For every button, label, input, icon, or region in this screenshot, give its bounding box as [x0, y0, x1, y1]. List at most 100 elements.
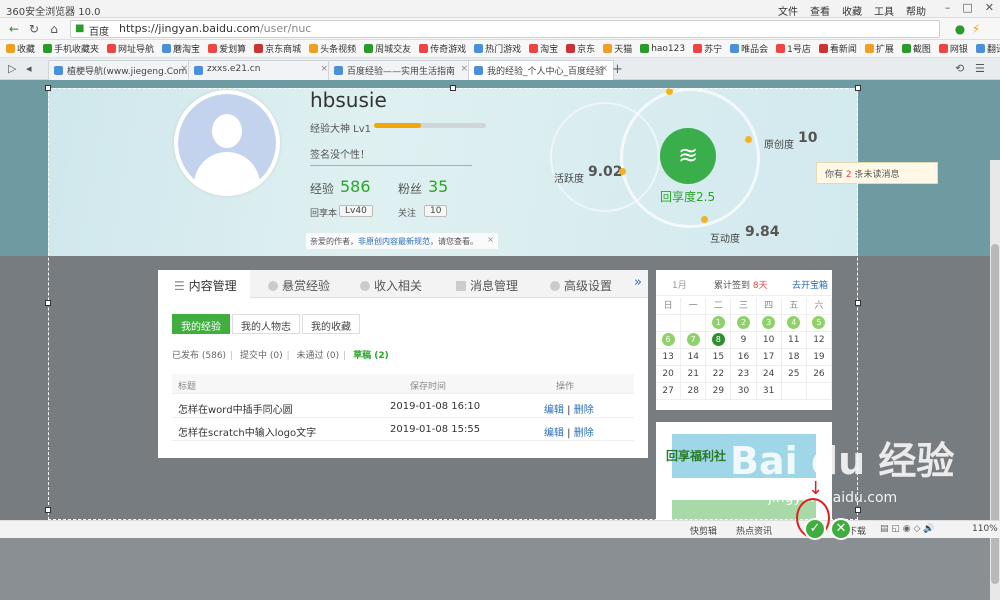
tab-jiegeng[interactable]: 植梗导航(www.jiegeng.Com)_欢 × [48, 60, 194, 80]
restore-tab-icon[interactable]: ⟲ [955, 62, 964, 75]
close-icon[interactable]: ✕ [985, 1, 994, 14]
bookmark-item[interactable]: 京东 [566, 42, 595, 55]
window-title: 360安全浏览器 10.0 [6, 7, 101, 18]
annotation-arrow-icon: ↓ [808, 478, 824, 499]
bookmark-item[interactable]: 网银 [938, 42, 968, 55]
bookmark-item[interactable]: 收藏 [6, 42, 35, 55]
bookmark-icon [776, 44, 786, 53]
tab-strip: ▷ ◂ 植梗导航(www.jiegeng.Com)_欢 × zxxs.e21.cn… [0, 58, 1000, 80]
favicon-icon [334, 66, 343, 75]
bookmark-icon [603, 44, 613, 53]
close-tab-icon[interactable]: × [320, 64, 328, 74]
confirm-check-icon[interactable]: ✓ [804, 518, 826, 540]
menu-view[interactable]: 查看 [810, 3, 830, 18]
bookmark-item[interactable]: 1号店 [776, 42, 811, 55]
bookmark-icon [162, 44, 172, 53]
bookmark-icon [901, 44, 911, 53]
favicon-icon [54, 66, 63, 75]
security-shield-icon[interactable]: ● [952, 21, 968, 37]
home-icon[interactable]: ⌂ [46, 21, 62, 37]
back-icon[interactable]: ← [6, 21, 22, 37]
bookmark-item[interactable]: 爱划算 [208, 42, 246, 55]
favicon-icon [474, 66, 483, 75]
menu-favorites[interactable]: 收藏 [842, 3, 862, 18]
bookmark-item[interactable]: 淘宝 [529, 42, 558, 55]
resize-handle[interactable] [855, 507, 861, 513]
bookmark-item[interactable]: 热门游戏 [474, 42, 521, 55]
menu-file[interactable]: 文件 [778, 3, 798, 18]
close-tab-icon[interactable]: × [180, 64, 188, 74]
bookmark-icon [107, 44, 117, 53]
bookmark-item[interactable]: 蘑淘宝 [162, 42, 200, 55]
bookmark-item[interactable]: 苏宁 [693, 42, 722, 55]
sidebar-toggle-icon[interactable]: ▷ [8, 62, 16, 75]
zoom-level[interactable]: 110% [972, 524, 998, 534]
bookmark-icon [419, 44, 429, 53]
bookmark-icon [938, 44, 948, 53]
resize-handle[interactable] [855, 85, 861, 91]
bookmark-item[interactable]: 看新闻 [818, 42, 857, 55]
bookmark-item[interactable]: 天猫 [603, 42, 632, 55]
minimize-icon[interactable]: – [945, 1, 951, 14]
bookmark-icon [43, 44, 53, 53]
bookmark-icon [364, 44, 374, 53]
address-toolbar: ← ↻ ⌂ ■ 百度 https://jingyan.baidu.com/use… [0, 18, 1000, 40]
close-tab-icon[interactable]: × [460, 64, 468, 74]
bookmark-icon [529, 44, 539, 53]
bookmark-item[interactable]: 截图 [901, 42, 931, 55]
resize-handle[interactable] [45, 85, 51, 91]
tab-my-experience[interactable]: 我的经验_个人中心_百度经验 × [468, 60, 614, 80]
bookmark-item[interactable]: 扩展 [864, 42, 894, 55]
watermark-url: jingyan.baidu.com [768, 490, 898, 506]
bookmark-item[interactable]: 传奇游戏 [419, 42, 466, 55]
bookmark-icon [208, 44, 218, 53]
url-text: https://jingyan.baidu.com/user/nuc [119, 22, 312, 35]
bookmark-icon [693, 44, 703, 53]
resize-handle[interactable] [450, 85, 456, 91]
menu-tools[interactable]: 工具 [874, 3, 894, 18]
url-field[interactable]: ■ 百度 https://jingyan.baidu.com/user/nuc [70, 20, 940, 38]
site-label: 百度 [89, 27, 109, 38]
bookmark-item[interactable]: 京东商城 [254, 42, 301, 55]
secure-lock-icon: ■ [75, 23, 85, 34]
bookmark-item[interactable]: 头条视频 [309, 42, 356, 55]
bookmark-icon [975, 44, 985, 53]
menu-help[interactable]: 帮助 [906, 3, 926, 18]
bookmark-item[interactable]: 手机收藏夹 [43, 42, 99, 55]
bookmark-icon [818, 44, 828, 53]
bookmarks-bar: 收藏 手机收藏夹 网址导航 蘑淘宝 爱划算 京东商城 头条视频 周城交友 传奇游戏 热门游戏 淘宝京… [0, 40, 1000, 58]
resize-handle[interactable] [855, 300, 861, 306]
bookmark-icon [730, 44, 740, 53]
tab-history-icon[interactable]: ◂ [26, 62, 32, 75]
bookmark-icon [640, 44, 650, 53]
bookmark-item[interactable]: 翻译 [975, 42, 1000, 55]
tab-baidu-jingyan[interactable]: 百度经验——实用生活指南 × [328, 60, 474, 80]
resize-handle[interactable] [45, 507, 51, 513]
maximize-icon[interactable]: □ [962, 1, 972, 14]
window-controls: – □ ✕ [945, 1, 994, 14]
bookmark-item[interactable]: hao123 [640, 44, 685, 54]
new-tab-icon[interactable]: + [612, 62, 623, 77]
close-tab-icon[interactable]: × [600, 64, 608, 74]
tab-list-icon[interactable]: ☰ [975, 62, 985, 75]
status-quick-edit[interactable]: 快剪辑 [690, 524, 717, 537]
bookmark-icon [864, 44, 874, 53]
cancel-close-icon[interactable]: ✕ [830, 518, 852, 540]
menu-bar: 文件 查看 收藏 工具 帮助 [778, 3, 926, 18]
speed-mode-icon[interactable]: ⚡ [968, 21, 984, 37]
refresh-icon[interactable]: ↻ [26, 21, 42, 37]
status-hot-news[interactable]: 热点资讯 [736, 524, 772, 537]
bookmark-icon [254, 44, 264, 53]
bookmark-item[interactable]: 网址导航 [107, 42, 154, 55]
tab-zxxs[interactable]: zxxs.e21.cn × [188, 60, 334, 80]
bookmark-item[interactable]: 唯品会 [730, 42, 768, 55]
bookmark-icon [566, 44, 576, 53]
status-tools-icon[interactable]: ▤ ◱ ◉ ◇ 🔊 [880, 524, 934, 534]
title-bar: 360安全浏览器 10.0 文件 查看 收藏 工具 帮助 – □ ✕ [0, 0, 1000, 18]
resize-handle[interactable] [45, 300, 51, 306]
bookmark-icon [6, 44, 15, 53]
bookmark-icon [474, 44, 484, 53]
bookmark-item[interactable]: 周城交友 [364, 42, 411, 55]
baidu-watermark: Bai du 经验 [730, 439, 955, 483]
bookmark-icon [309, 44, 319, 53]
